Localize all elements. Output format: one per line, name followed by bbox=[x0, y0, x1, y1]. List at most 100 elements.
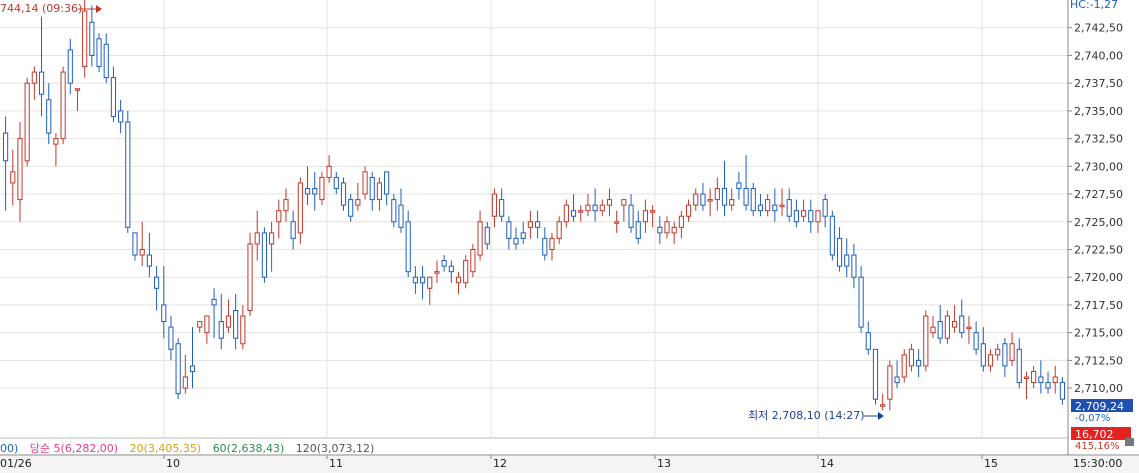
candle-body bbox=[261, 232, 267, 278]
high-annotation: 744,14 (09:36) bbox=[0, 2, 82, 15]
candle-body bbox=[384, 171, 390, 195]
candle-body bbox=[908, 348, 915, 367]
candle-body bbox=[858, 276, 864, 328]
candle-body bbox=[621, 199, 627, 206]
candle-body bbox=[82, 10, 88, 68]
candle-body bbox=[527, 221, 533, 228]
candle-body bbox=[455, 276, 462, 284]
candle-body bbox=[887, 365, 893, 400]
candle-body bbox=[53, 138, 59, 145]
candle-body bbox=[729, 199, 735, 206]
y-tick-label: 2,730,00 bbox=[1074, 160, 1123, 173]
x-tick-label: 15 bbox=[984, 457, 998, 470]
candle-body bbox=[815, 210, 821, 223]
candle-body bbox=[340, 182, 347, 206]
candle-body bbox=[189, 365, 196, 372]
candle bbox=[247, 232, 253, 317]
candle-body bbox=[355, 199, 361, 206]
candle-body bbox=[801, 210, 807, 217]
time-label: 15:30:00 bbox=[1073, 457, 1122, 470]
candle-body bbox=[750, 188, 756, 212]
candle-body bbox=[412, 276, 418, 284]
candle-body bbox=[1052, 376, 1058, 384]
candle-body bbox=[233, 309, 239, 339]
candle-body bbox=[10, 171, 16, 184]
candle-body bbox=[714, 188, 720, 201]
candle-body bbox=[319, 176, 325, 201]
candle-body bbox=[880, 404, 886, 407]
ma-legend-item: 00) bbox=[0, 442, 18, 455]
candle bbox=[829, 210, 835, 261]
y-tick-label: 2,732,50 bbox=[1074, 133, 1123, 146]
candle-body bbox=[664, 221, 670, 234]
candle-body bbox=[46, 99, 52, 134]
collapse-icon[interactable] bbox=[1125, 438, 1134, 446]
candle-body bbox=[951, 321, 958, 328]
candle bbox=[82, 0, 88, 78]
change-pct-label: -0,07% bbox=[1075, 413, 1110, 424]
candle-body bbox=[592, 204, 598, 212]
candle bbox=[261, 227, 267, 283]
candle-body bbox=[103, 43, 109, 79]
candle bbox=[872, 348, 879, 405]
candle bbox=[96, 33, 102, 73]
candle-body bbox=[110, 77, 117, 117]
candle-body bbox=[118, 110, 124, 123]
candle-body bbox=[17, 138, 23, 201]
candlestick-chart: 2,742,50 2,740,00 2,737,50 2,735,00 2,732,50… bbox=[0, 0, 1139, 473]
candle-body bbox=[1031, 370, 1037, 384]
pct-box-label: 415,16% bbox=[1075, 441, 1120, 452]
current-price-label: 2,709,24 bbox=[1075, 400, 1124, 413]
candle-body bbox=[894, 376, 900, 384]
candle-body bbox=[944, 315, 950, 339]
candle-body bbox=[973, 332, 979, 350]
candle-body bbox=[132, 232, 138, 256]
candle-body bbox=[549, 237, 555, 250]
candle-body bbox=[197, 321, 203, 328]
candle-body bbox=[1023, 376, 1030, 380]
candle-body bbox=[822, 199, 828, 217]
candle-body bbox=[1059, 382, 1065, 400]
candle-body bbox=[283, 199, 289, 212]
x-tick-label: 11 bbox=[329, 457, 343, 470]
candle-body bbox=[448, 265, 454, 273]
candle-body bbox=[966, 326, 972, 330]
candle-body bbox=[254, 232, 260, 245]
candle-body bbox=[398, 204, 404, 228]
candle-body bbox=[427, 276, 433, 289]
candle-body bbox=[765, 199, 771, 212]
candle-body bbox=[348, 199, 354, 217]
candle-body bbox=[333, 176, 339, 190]
candle-body bbox=[225, 315, 232, 328]
y-tick-label: 2,737,50 bbox=[1074, 77, 1123, 90]
candle-body bbox=[491, 193, 498, 217]
candle-body bbox=[779, 204, 785, 208]
x-tick-label: 12 bbox=[493, 457, 507, 470]
candle-body bbox=[312, 188, 318, 195]
candle-body bbox=[67, 49, 73, 84]
top-right-label: HC:-1,27 bbox=[1070, 0, 1118, 11]
y-tick-label: 2,717,50 bbox=[1074, 299, 1123, 312]
candle bbox=[175, 338, 181, 400]
candle-body bbox=[391, 199, 397, 223]
candle-body bbox=[535, 221, 541, 228]
candle-body bbox=[211, 298, 217, 306]
candle-body bbox=[441, 260, 447, 267]
candle-body bbox=[1038, 376, 1044, 384]
candle-body bbox=[916, 359, 922, 367]
candle-body bbox=[161, 304, 167, 323]
candle-body bbox=[642, 210, 649, 223]
candle-body bbox=[477, 221, 483, 256]
candle-body bbox=[836, 237, 843, 267]
y-tick-label: 2,725,00 bbox=[1074, 216, 1123, 229]
candle-body bbox=[434, 271, 440, 274]
candle-body bbox=[1009, 343, 1015, 361]
candle-body bbox=[844, 254, 850, 267]
candle-body bbox=[599, 204, 605, 212]
x-tick-label: 14 bbox=[820, 457, 834, 470]
candle-body bbox=[499, 199, 505, 217]
x-tick-label: 13 bbox=[657, 457, 671, 470]
candle-body bbox=[578, 210, 584, 213]
candle-body bbox=[89, 21, 95, 56]
candle-body bbox=[513, 237, 519, 245]
